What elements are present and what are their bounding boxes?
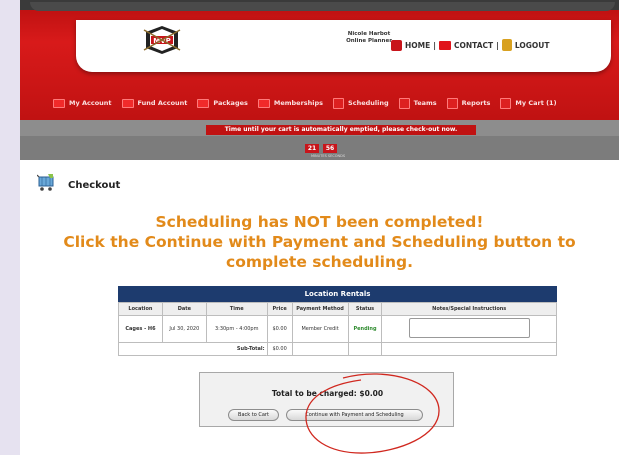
table-title: Location Rentals: [118, 286, 557, 302]
back-to-cart-button[interactable]: Back to Cart: [228, 409, 279, 421]
home-link[interactable]: HOME: [391, 39, 431, 51]
contact-label: CONTACT: [454, 40, 494, 50]
cart-timer-message: Time until your cart is automatically em…: [206, 125, 476, 135]
subtotal-value: $0.00: [266, 342, 293, 356]
column-header: Status: [347, 302, 383, 316]
nav-label: My Cart (1): [515, 99, 557, 107]
subtotal-row: Sub-Total: $0.00: [118, 342, 557, 356]
envelope-icon: [439, 40, 451, 50]
account-icon: [53, 98, 65, 108]
nav-item-my-account[interactable]: My Account: [53, 98, 112, 108]
notes-input[interactable]: [408, 318, 530, 338]
alert-line: Click the Continue with Payment and Sche…: [63, 233, 576, 251]
empty-cell: [291, 342, 349, 356]
top-links: HOME | CONTACT | LOGOUT: [391, 39, 550, 51]
cell-payment-method: Member Credit: [291, 315, 349, 343]
location-rentals-table: Location Rentals Location Date Time Pric…: [118, 286, 557, 356]
subtotal-label: Sub-Total:: [118, 342, 268, 356]
nav-label: My Account: [69, 99, 112, 107]
nav-item-teams[interactable]: Teams: [398, 97, 437, 109]
lock-icon: [501, 39, 512, 51]
empty-cell: [347, 342, 383, 356]
continue-payment-scheduling-button[interactable]: Continue with Payment and Scheduling: [286, 409, 423, 421]
table-header-row: Location Date Time Price Payment Method …: [118, 302, 557, 316]
fund-icon: [121, 98, 134, 108]
nav-item-reports[interactable]: Reports: [446, 97, 491, 109]
alert-line: complete scheduling.: [226, 253, 413, 271]
scheduling-icon: [333, 97, 345, 109]
nav-item-packages[interactable]: Packages: [197, 98, 248, 108]
home-icon: [391, 39, 402, 51]
teams-icon: [398, 97, 410, 109]
nav-label: Packages: [213, 99, 248, 107]
logout-link[interactable]: LOGOUT: [501, 39, 550, 51]
nav-label: Reports: [461, 99, 491, 107]
cart-icon: [500, 97, 512, 109]
total-charged: Total to be charged: $0.00: [271, 389, 384, 398]
nav-label: Scheduling: [348, 99, 389, 107]
rentals-grid: Location Date Time Price Payment Method …: [118, 302, 557, 356]
timer-caption: MINUTES SECONDS: [311, 154, 346, 158]
link-separator: |: [496, 40, 499, 50]
main-nav: My Account Fund Account Packages Members…: [53, 93, 619, 113]
column-header: Location: [118, 302, 163, 316]
nav-item-fund-account[interactable]: Fund Account: [121, 98, 188, 108]
cell-status: Pending: [347, 315, 383, 343]
cell-price: $0.00: [266, 315, 293, 343]
contact-link[interactable]: CONTACT: [439, 40, 494, 50]
top-edge-shadow: [30, 2, 615, 11]
header-card: MVP Nicole Harbot Online Planner HOME | …: [76, 20, 611, 72]
timer-seconds: 56: [323, 144, 337, 153]
nav-item-scheduling[interactable]: Scheduling: [333, 97, 389, 109]
nav-label: Fund Account: [137, 99, 188, 107]
timer-minutes: 21: [305, 144, 319, 153]
packages-icon: [197, 98, 210, 108]
table-row: Cages - H6 Jul 30, 2020 3:30pm - 4:00pm …: [118, 315, 557, 343]
cell-time: 3:30pm - 4:00pm: [205, 315, 268, 343]
total-panel: Total to be charged: $0.00 Back to Cart …: [199, 372, 454, 427]
nav-item-memberships[interactable]: Memberships: [257, 98, 324, 108]
empty-cell: [381, 342, 557, 356]
mvp-logo-icon: MVP: [143, 26, 181, 54]
cell-location: Cages - H6: [118, 315, 163, 343]
logout-label: LOGOUT: [514, 40, 550, 50]
nav-label: Teams: [413, 99, 437, 107]
browser-window: MVP Nicole Harbot Online Planner HOME | …: [20, 0, 619, 455]
cell-notes: [381, 315, 557, 343]
link-separator: |: [433, 40, 436, 50]
column-header: Time: [205, 302, 268, 316]
nav-item-my-cart[interactable]: My Cart (1): [500, 97, 557, 109]
checkout-title: Checkout: [68, 180, 121, 191]
nav-label: Memberships: [273, 99, 324, 107]
alert-line: Scheduling has NOT been completed!: [155, 213, 484, 231]
cell-date: Jul 30, 2020: [161, 315, 207, 343]
user-name: Nicole Harbot: [347, 31, 391, 37]
screenshot: MVP Nicole Harbot Online Planner HOME | …: [0, 0, 619, 455]
column-header: Price: [266, 302, 293, 316]
reports-icon: [446, 97, 458, 109]
memberships-icon: [257, 98, 270, 108]
scheduling-alert: Scheduling has NOT been completed! Click…: [20, 212, 619, 272]
column-header: Payment Method: [291, 302, 349, 316]
home-label: HOME: [405, 40, 431, 50]
column-header: Notes/Special Instructions: [381, 302, 557, 316]
column-header: Date: [161, 302, 207, 316]
shopping-cart-icon: [37, 174, 54, 191]
